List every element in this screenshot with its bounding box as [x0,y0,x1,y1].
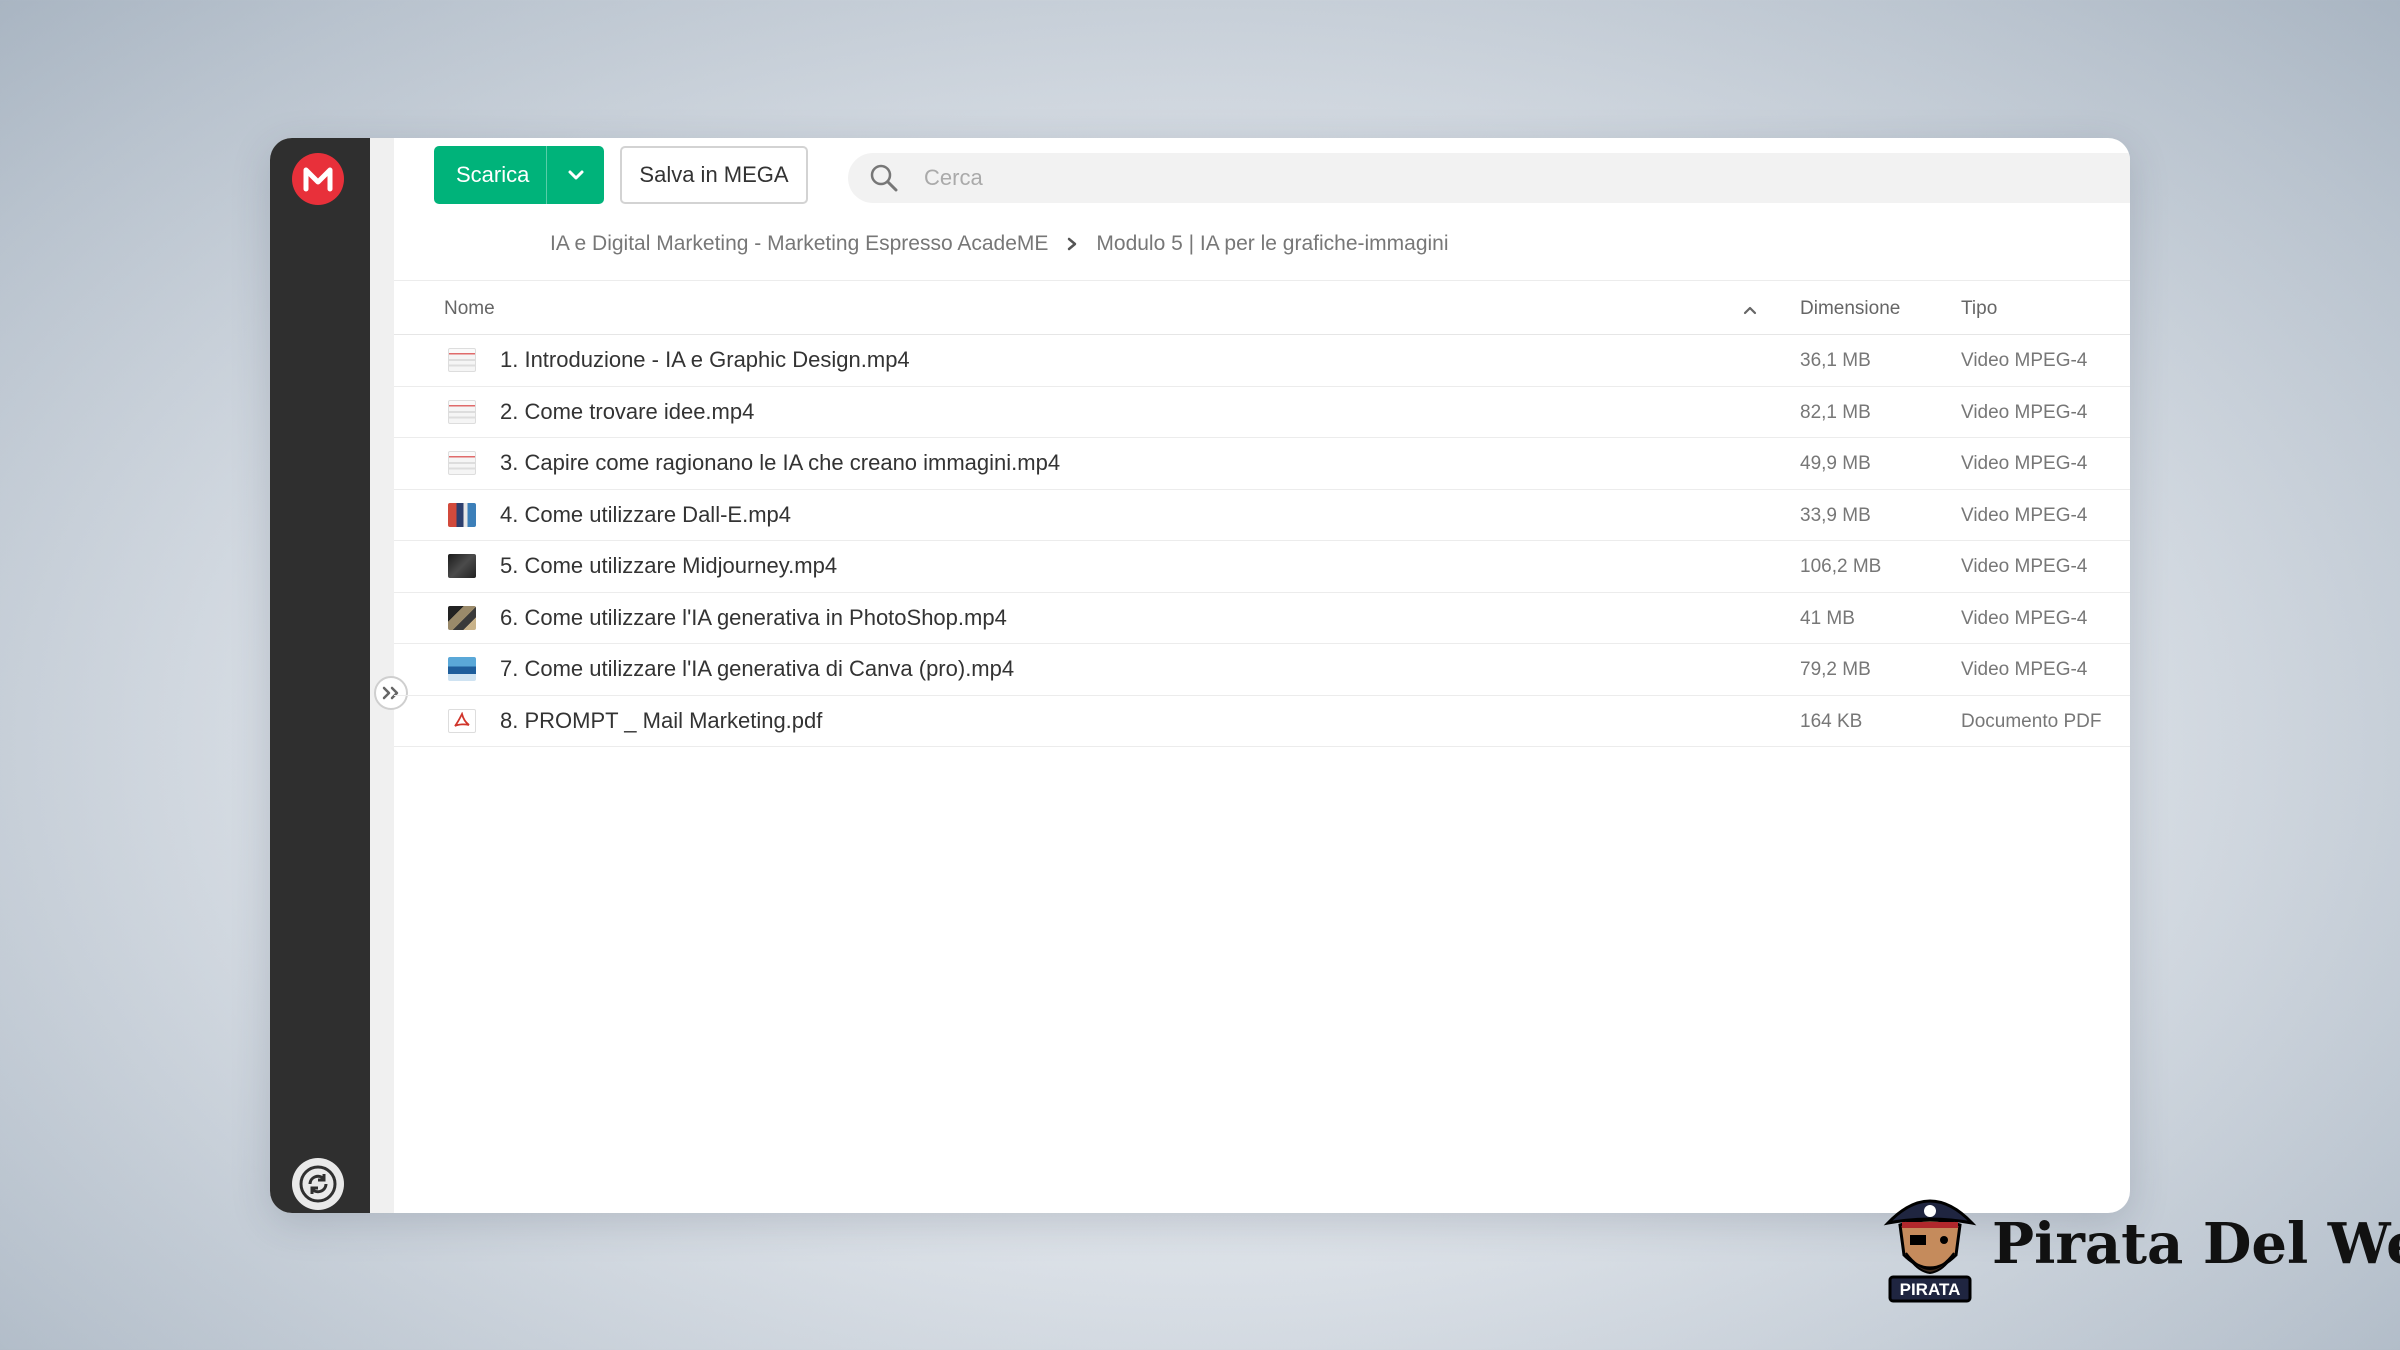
file-name[interactable]: 2. Come trovare idee.mp4 [500,399,754,425]
file-size: 79,2 MB [1800,659,1871,680]
file-name[interactable]: 4. Come utilizzare Dall-E.mp4 [500,502,791,528]
mega-logo-icon[interactable] [292,153,344,205]
breadcrumb: IA e Digital Marketing - Marketing Espre… [550,224,1449,264]
sync-icon[interactable] [292,1158,344,1210]
mascot-badge-text: PIRATA [1900,1280,1961,1299]
search-input[interactable] [924,165,2024,191]
file-size: 33,9 MB [1800,504,1871,526]
file-name[interactable]: 6. Come utilizzare l'IA generativa in Ph… [500,605,1007,631]
pirate-mascot-icon: PIRATA [1883,1199,1977,1303]
table-row[interactable]: 1. Introduzione - IA e Graphic Design.mp… [394,335,2130,387]
search-icon [864,163,904,193]
table-row[interactable]: 4. Come utilizzare Dall-E.mp4 33,9 MB Vide… [394,490,2130,541]
file-type: Video MPEG-4 [1961,659,2088,680]
file-name[interactable]: 8. PROMPT _ Mail Marketing.pdf [500,708,822,734]
file-type: Video MPEG-4 [1961,453,2088,474]
chevron-right-icon [1066,236,1078,252]
file-size: 49,9 MB [1800,453,1871,474]
video-thumbnail-icon [448,348,476,372]
file-size: 164 KB [1800,710,1863,732]
brand-name: Pirata Del Web [1992,1211,2400,1277]
file-size: 36,1 MB [1800,350,1871,371]
toolbar: Scarica Salva in MEGA [434,146,808,204]
watermark-brand: PIRATA Pirata Del Web [1880,1185,2400,1305]
table-header: Nome Dimensione Tipo [394,281,2130,335]
file-type: Video MPEG-4 [1961,556,2088,577]
table-row[interactable]: 3. Capire come ragionano le IA che crean… [394,438,2130,490]
file-name[interactable]: 1. Introduzione - IA e Graphic Design.mp… [500,347,910,373]
search-bar[interactable] [848,153,2130,203]
table-row[interactable]: 5. Come utilizzare Midjourney.mp4 106,2 M… [394,541,2130,593]
video-thumbnail-icon [448,657,476,681]
file-type: Video MPEG-4 [1961,401,2088,423]
column-header-type[interactable]: Tipo [1961,298,1997,320]
video-thumbnail-icon [448,451,476,475]
file-size: 82,1 MB [1800,401,1871,423]
table-row[interactable]: 8. PROMPT _ Mail Marketing.pdf 164 KB Docu… [394,696,2130,747]
file-type: Video MPEG-4 [1961,607,2088,629]
file-type: Video MPEG-4 [1961,350,2088,371]
file-name[interactable]: 7. Come utilizzare l'IA generativa di Ca… [500,656,1014,682]
sidebar [270,138,370,1213]
save-to-mega-button[interactable]: Salva in MEGA [620,146,808,204]
video-thumbnail-icon [448,554,476,578]
chevron-down-icon[interactable] [546,146,604,204]
file-name[interactable]: 5. Come utilizzare Midjourney.mp4 [500,553,837,579]
sort-ascending-icon[interactable] [1743,299,1757,321]
table-row[interactable]: 2. Come trovare idee.mp4 82,1 MB Video MPE… [394,387,2130,438]
download-button[interactable]: Scarica [434,146,604,204]
video-thumbnail-icon [448,605,476,630]
mega-window: Scarica Salva in MEGA IA e Digital Marke… [270,138,2130,1213]
pdf-file-icon [448,708,476,733]
file-type: Video MPEG-4 [1961,504,2088,526]
breadcrumb-current[interactable]: Modulo 5 | IA per le grafiche-immagini [1096,232,1448,256]
column-header-size[interactable]: Dimensione [1800,298,1900,320]
file-list: 1. Introduzione - IA e Graphic Design.mp… [394,335,2130,747]
video-thumbnail-icon [448,399,476,424]
table-row[interactable]: 6. Come utilizzare l'IA generativa in Ph… [394,593,2130,644]
file-size: 41 MB [1800,607,1855,629]
file-name[interactable]: 3. Capire come ragionano le IA che crean… [500,450,1060,476]
file-type: Documento PDF [1961,710,2102,732]
breadcrumb-parent[interactable]: IA e Digital Marketing - Marketing Espre… [550,232,1048,256]
table-row[interactable]: 7. Come utilizzare l'IA generativa di Ca… [394,644,2130,696]
file-size: 106,2 MB [1800,556,1882,577]
column-header-name[interactable]: Nome [444,298,495,320]
video-thumbnail-icon [448,502,476,527]
download-button-label: Scarica [456,162,530,187]
